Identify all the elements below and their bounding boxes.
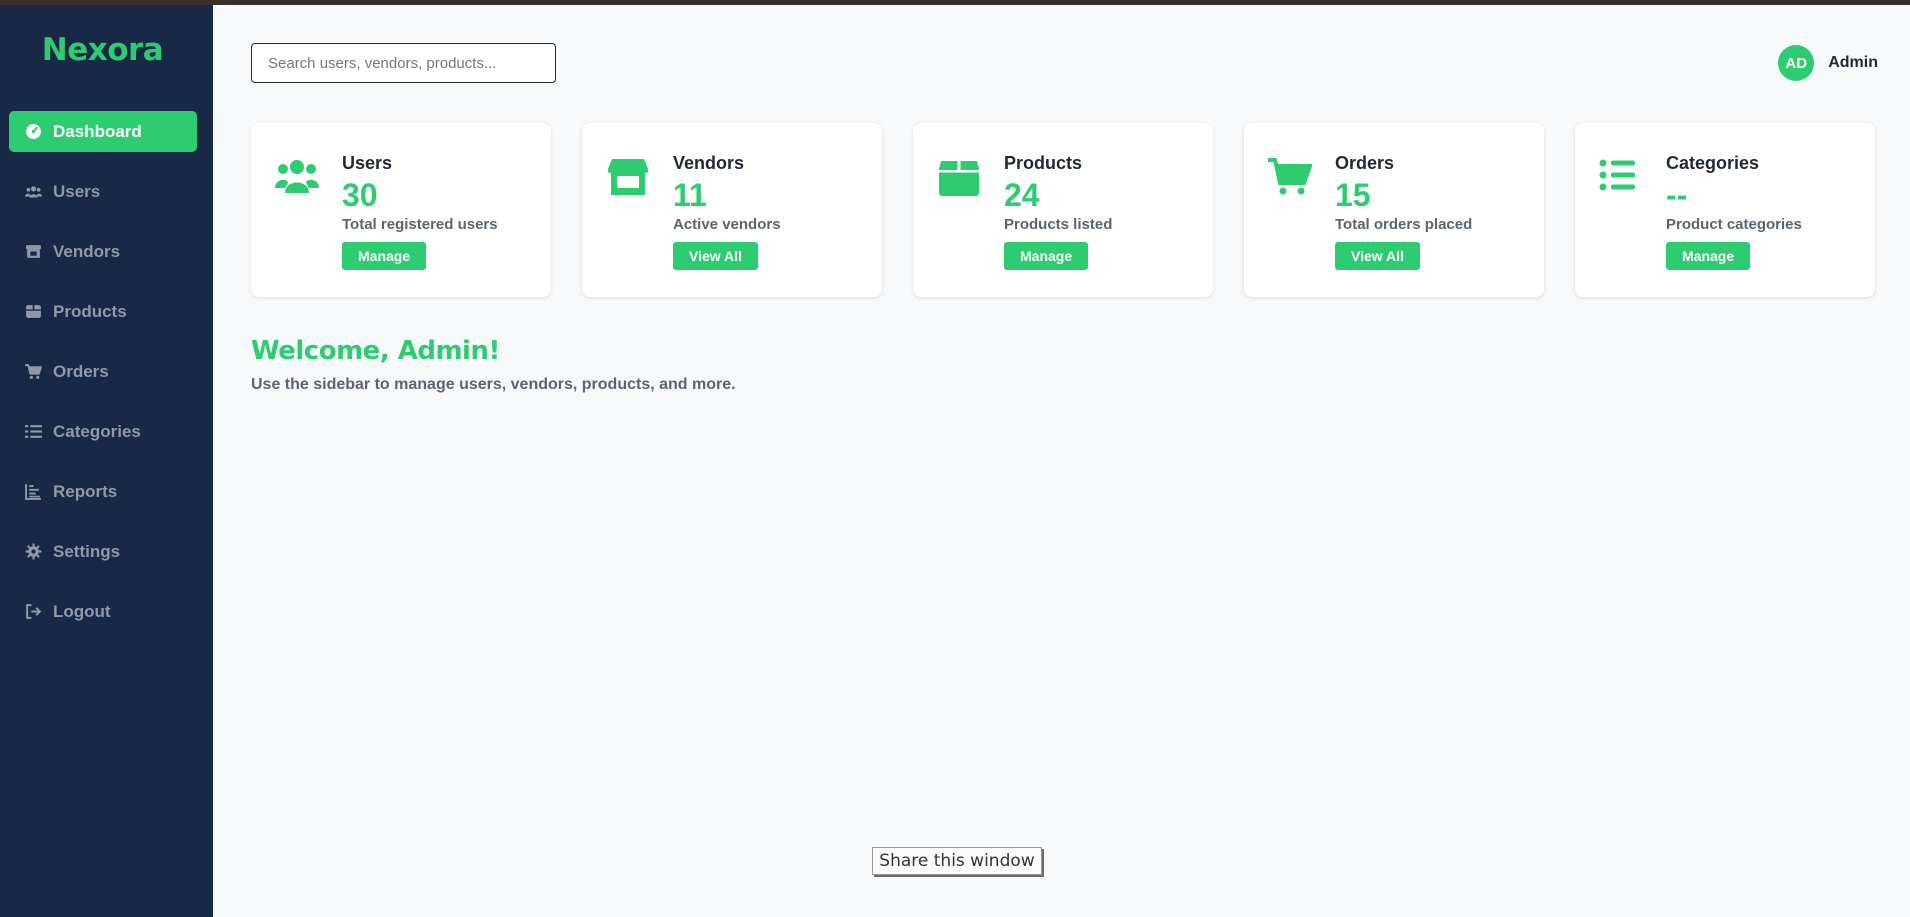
card-vendors: Vendors 11 Active vendors View All [582, 123, 882, 297]
chart-icon [25, 483, 42, 500]
sidebar-item-products[interactable]: Products [9, 291, 197, 332]
sidebar-item-label: Users [53, 181, 101, 201]
card-orders: Orders 15 Total orders placed View All [1244, 123, 1544, 297]
manage-users-button[interactable]: Manage [342, 242, 427, 270]
sidebar-item-label: Products [53, 301, 127, 321]
card-title: Orders [1335, 153, 1395, 173]
view-all-vendors-button[interactable]: View All [673, 242, 758, 270]
avatar[interactable]: AD [1778, 45, 1815, 81]
card-users: Users 30 Total registered users Manage [251, 123, 551, 297]
card-desc: Total orders placed [1335, 216, 1473, 233]
users-icon [275, 157, 319, 197]
card-categories: Categories -- Product categories Manage [1575, 123, 1875, 297]
stats-cards: Users 30 Total registered users Manage V… [251, 123, 1875, 297]
window-top-border [0, 0, 1910, 5]
sidebar-item-categories[interactable]: Categories [9, 411, 197, 452]
sidebar-item-label: Settings [53, 541, 121, 561]
box-icon [25, 303, 42, 320]
brand-logo[interactable]: Nexora [0, 32, 205, 68]
user-menu[interactable]: AD Admin [1778, 45, 1878, 81]
sidebar-nav: Dashboard Users Vendors Products Orders [9, 111, 197, 651]
manage-products-button[interactable]: Manage [1004, 242, 1089, 270]
list-icon [25, 423, 42, 440]
sidebar-item-label: Dashboard [53, 121, 142, 141]
view-all-orders-button[interactable]: View All [1335, 242, 1420, 270]
cart-icon [1268, 157, 1313, 197]
store-icon [25, 243, 42, 260]
sidebar-item-logout[interactable]: Logout [9, 591, 197, 632]
sidebar-item-label: Categories [53, 421, 141, 441]
user-name[interactable]: Admin [1828, 54, 1878, 72]
sidebar-item-label: Reports [53, 481, 118, 501]
store-icon [606, 157, 650, 197]
sidebar-item-label: Vendors [53, 241, 121, 261]
sidebar-item-label: Orders [53, 361, 109, 381]
welcome-subtitle: Use the sidebar to manage users, vendors… [251, 376, 736, 393]
sidebar-item-orders[interactable]: Orders [9, 351, 197, 392]
users-icon [25, 183, 42, 200]
cart-icon [25, 363, 42, 380]
card-title: Users [342, 153, 393, 173]
card-desc: Total registered users [342, 216, 498, 233]
search-input[interactable] [251, 43, 556, 83]
main-content: AD Admin Users 30 Total registered users… [213, 0, 1910, 917]
logout-icon [25, 603, 42, 620]
manage-categories-button[interactable]: Manage [1666, 242, 1751, 270]
sidebar-item-users[interactable]: Users [9, 171, 197, 212]
sidebar-item-label: Logout [53, 601, 111, 621]
card-value: -- [1666, 177, 1688, 213]
gear-icon [25, 543, 42, 560]
sidebar-item-dashboard[interactable]: Dashboard [9, 111, 197, 152]
card-desc: Products listed [1004, 216, 1113, 233]
welcome-title: Welcome, Admin! [251, 336, 500, 366]
sidebar-item-settings[interactable]: Settings [9, 531, 197, 572]
box-icon [937, 157, 981, 197]
sidebar-item-vendors[interactable]: Vendors [9, 231, 197, 272]
card-title: Products [1004, 153, 1083, 173]
card-title: Categories [1666, 153, 1760, 173]
card-value: 24 [1004, 177, 1040, 213]
card-value: 11 [673, 177, 707, 213]
card-value: 15 [1335, 177, 1371, 213]
sidebar: Nexora Dashboard Users Vendors Products [0, 0, 213, 917]
share-window-button[interactable]: Share this window [872, 847, 1042, 875]
card-desc: Active vendors [673, 216, 781, 233]
list-icon [1599, 157, 1643, 197]
card-products: Products 24 Products listed Manage [913, 123, 1213, 297]
card-value: 30 [342, 177, 378, 213]
card-desc: Product categories [1666, 216, 1802, 233]
sidebar-item-reports[interactable]: Reports [9, 471, 197, 512]
dashboard-icon [25, 123, 42, 140]
card-title: Vendors [673, 153, 745, 173]
